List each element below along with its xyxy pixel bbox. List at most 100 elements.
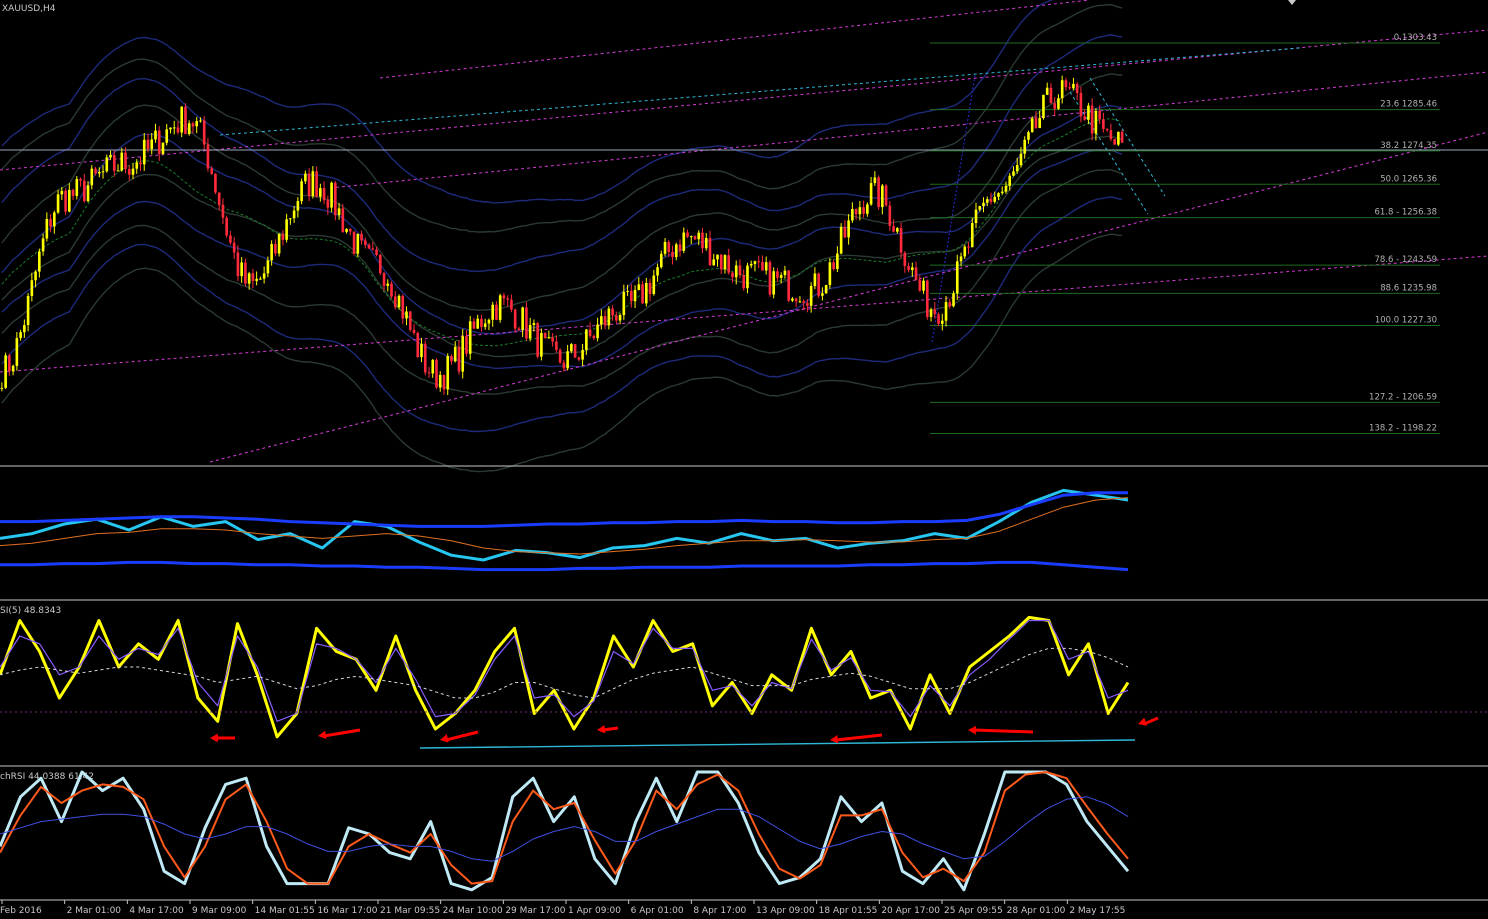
candle-body bbox=[127, 168, 131, 175]
candle-body bbox=[686, 232, 689, 237]
candle-body bbox=[1064, 80, 1068, 88]
candle-body bbox=[1109, 130, 1113, 140]
candle-body bbox=[397, 295, 401, 308]
candle-body bbox=[277, 233, 281, 254]
candle-body bbox=[90, 168, 94, 186]
candle-body bbox=[438, 374, 442, 388]
candle-body bbox=[146, 139, 150, 149]
candle-body bbox=[858, 207, 862, 215]
fib-level-label: 50.0 1265.36 bbox=[1380, 174, 1437, 184]
candle-body bbox=[993, 196, 997, 202]
candle-body bbox=[184, 106, 187, 134]
candle-body bbox=[139, 162, 142, 165]
candle-body bbox=[502, 295, 506, 299]
candle-body bbox=[652, 275, 656, 294]
candle-body bbox=[341, 208, 345, 232]
candle-body bbox=[363, 240, 367, 245]
candle-body bbox=[412, 329, 416, 333]
candle-body bbox=[663, 242, 667, 254]
divergence-arrow bbox=[973, 728, 1034, 734]
candle-body bbox=[307, 173, 311, 197]
candle-body bbox=[221, 204, 225, 218]
candle-body bbox=[896, 228, 899, 232]
candle-body bbox=[911, 267, 914, 270]
candle-body bbox=[555, 341, 558, 350]
candle-body bbox=[315, 171, 318, 197]
candle-body bbox=[982, 202, 985, 207]
candle-body bbox=[772, 271, 775, 295]
candle-body bbox=[648, 282, 652, 294]
candle-body bbox=[802, 301, 805, 303]
candle-body bbox=[854, 209, 858, 215]
candle-body bbox=[873, 177, 877, 184]
time-tick-label: 8 Apr 17:00 bbox=[693, 906, 746, 916]
candle-body bbox=[581, 349, 584, 360]
candle-body bbox=[292, 210, 296, 219]
candle-body bbox=[944, 302, 948, 321]
candle-body bbox=[281, 233, 285, 240]
candle-body bbox=[892, 225, 895, 232]
candle-body bbox=[933, 309, 937, 315]
candle-body bbox=[659, 253, 663, 268]
divergence-arrow bbox=[602, 726, 619, 732]
candle-body bbox=[1034, 118, 1038, 128]
candle-body bbox=[187, 123, 191, 134]
candle-body bbox=[296, 201, 300, 211]
candle-body bbox=[1049, 87, 1053, 104]
fib-level-label: 23.6 1285.46 bbox=[1380, 100, 1437, 110]
candle-body bbox=[476, 318, 480, 329]
candle-body bbox=[382, 273, 386, 286]
candle-body bbox=[337, 208, 341, 216]
candle-body bbox=[914, 267, 918, 280]
time-tick-label: 29 Mar 17:00 bbox=[505, 906, 565, 916]
candle-body bbox=[206, 144, 210, 169]
candle-body bbox=[881, 185, 884, 208]
candle-body bbox=[1060, 80, 1064, 99]
candle-body bbox=[693, 236, 697, 240]
candle-body bbox=[1042, 94, 1045, 119]
candle-body bbox=[723, 255, 727, 270]
candle-body bbox=[225, 217, 228, 236]
candle-body bbox=[345, 228, 348, 232]
candle-body bbox=[86, 185, 90, 202]
candle-body bbox=[828, 262, 832, 286]
candle-body bbox=[4, 355, 7, 388]
candle-body bbox=[1102, 119, 1105, 129]
candle-body bbox=[633, 290, 637, 302]
candle-body bbox=[195, 121, 199, 127]
candle-body bbox=[704, 238, 708, 249]
time-tick-label: 20 Apr 17:00 bbox=[881, 906, 940, 916]
time-tick-label: 24 Mar 10:00 bbox=[443, 906, 503, 916]
candle-body bbox=[532, 323, 536, 325]
time-tick-label: 6 Apr 01:00 bbox=[631, 906, 684, 916]
candle-body bbox=[798, 301, 802, 303]
time-tick-label: 2 Mar 01:00 bbox=[67, 906, 122, 916]
candle-body bbox=[300, 181, 303, 202]
trading-chart[interactable]: 0.1303.43 23.6 1285.46 38.2 1274.35 50.0 12… bbox=[0, 0, 1488, 919]
candle-body bbox=[836, 253, 839, 269]
candle-body bbox=[1053, 103, 1056, 109]
candle-body bbox=[607, 308, 611, 326]
candle-body bbox=[1038, 118, 1042, 128]
candle-body bbox=[1075, 83, 1079, 94]
candle-body bbox=[671, 252, 674, 258]
candle-body bbox=[199, 120, 202, 122]
time-tick-label: 4 Mar 17:00 bbox=[129, 906, 184, 916]
candle-body bbox=[356, 233, 360, 254]
candle-body bbox=[543, 332, 547, 338]
candle-body bbox=[637, 284, 641, 291]
candle-body bbox=[585, 329, 588, 350]
candle-body bbox=[611, 308, 614, 316]
candle-body bbox=[172, 127, 176, 129]
candle-body bbox=[378, 254, 382, 274]
candle-body bbox=[330, 182, 333, 208]
candle-body bbox=[888, 205, 892, 226]
candle-body bbox=[697, 232, 701, 240]
candle-body bbox=[764, 262, 768, 271]
candle-body bbox=[1023, 139, 1027, 154]
candle-body bbox=[749, 263, 753, 266]
candle-body bbox=[435, 359, 438, 388]
candle-body bbox=[644, 282, 648, 304]
candle-body bbox=[270, 244, 273, 261]
candle-body bbox=[573, 344, 577, 358]
